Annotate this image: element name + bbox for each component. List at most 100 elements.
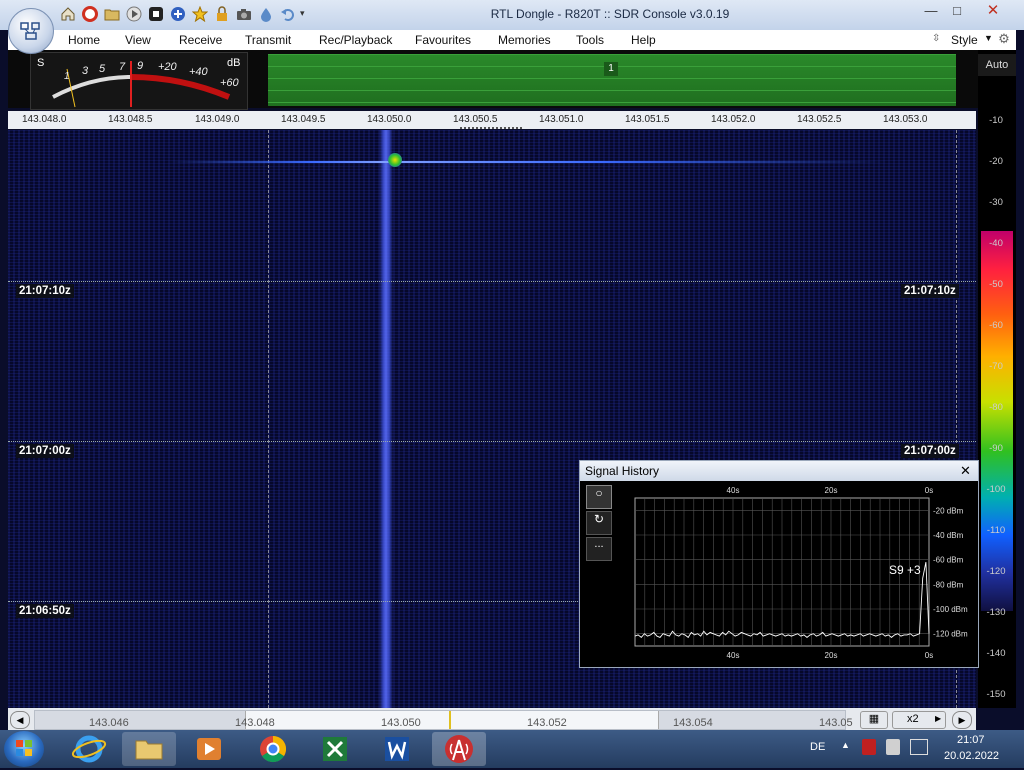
- taskbar-excel[interactable]: [308, 732, 362, 766]
- keyboard-icon[interactable]: ▦: [860, 711, 888, 729]
- taskbar-internet-explorer[interactable]: [62, 732, 116, 766]
- menu-receive[interactable]: Receive: [179, 33, 222, 47]
- y-tick-label: -40 dBm: [933, 531, 964, 540]
- x-tick-label-top: 0s: [925, 486, 933, 495]
- passband-edge-left[interactable]: [268, 130, 269, 708]
- taskbar: DE ▲ 21:07 20.02.2022: [0, 730, 1024, 768]
- camera-icon[interactable]: [236, 6, 252, 22]
- db-label: -140: [986, 648, 1006, 659]
- scroll-left-icon[interactable]: ◀: [10, 711, 30, 729]
- network-icon[interactable]: [862, 739, 876, 755]
- taskbar-sdr-console[interactable]: [432, 732, 486, 766]
- freq-label: 143.048.5: [108, 114, 153, 125]
- play-icon[interactable]: [126, 6, 142, 22]
- display-icon[interactable]: [910, 739, 928, 755]
- menu-bar: Home View Receive Transmit Rec/Playback …: [8, 30, 1016, 51]
- taskbar-media-player[interactable]: [182, 732, 236, 766]
- clock-time[interactable]: 21:07: [957, 734, 985, 746]
- menu-memories[interactable]: Memories: [498, 33, 551, 47]
- menu-tools[interactable]: Tools: [576, 33, 604, 47]
- taskbar-chrome[interactable]: [246, 732, 300, 766]
- time-marker-label: 21:07:00z: [16, 444, 74, 458]
- windows-logo-icon: [16, 740, 32, 756]
- menu-home[interactable]: Home: [68, 33, 100, 47]
- scroll-right-icon[interactable]: ▶: [952, 711, 972, 729]
- s-meter-tick: 3: [82, 65, 89, 77]
- sdr-console-icon: [445, 735, 473, 763]
- menu-favourites[interactable]: Favourites: [415, 33, 471, 47]
- style-dropdown-icon[interactable]: ▼: [984, 33, 993, 43]
- quick-access-dropdown-icon[interactable]: ▾: [300, 8, 305, 19]
- lock-icon[interactable]: [214, 6, 230, 22]
- clock-date[interactable]: 20.02.2022: [944, 750, 999, 762]
- freq-label: 143.051.5: [625, 114, 670, 125]
- show-hidden-icons-icon[interactable]: ▲: [841, 740, 850, 750]
- s-meter-tick: 5: [99, 63, 106, 75]
- db-label: -50: [989, 279, 1003, 290]
- star-icon[interactable]: [192, 6, 208, 22]
- y-tick-label: -60 dBm: [933, 556, 964, 565]
- zoom-arrow-icon[interactable]: ▶: [935, 714, 941, 723]
- start-button[interactable]: [4, 731, 44, 767]
- style-menu[interactable]: Style: [951, 33, 978, 47]
- lifebuoy-icon[interactable]: [82, 6, 98, 22]
- band-scrollbar[interactable]: 143.046 143.048 143.050 143.052 143.054 …: [34, 710, 853, 730]
- internet-explorer-icon: [71, 735, 107, 763]
- signal-readout: S9 +3: [889, 563, 921, 577]
- freq-label: 143.050.0: [367, 114, 412, 125]
- settings-icon[interactable]: ⚙: [994, 31, 1014, 49]
- y-tick-label: -100 dBm: [933, 605, 968, 614]
- style-spinner-icon[interactable]: ⇳: [932, 33, 940, 44]
- undo-icon[interactable]: [280, 6, 296, 22]
- auto-button[interactable]: Auto: [978, 54, 1016, 76]
- bottom-frequency-bar[interactable]: ◀ 143.046 143.048 143.050 143.052 143.05…: [8, 708, 976, 730]
- app-logo-icon: [20, 22, 40, 40]
- menu-transmit[interactable]: Transmit: [245, 33, 291, 47]
- media-player-icon: [197, 738, 221, 760]
- home-icon[interactable]: [60, 6, 76, 22]
- db-label: -10: [989, 115, 1003, 126]
- action-center-icon[interactable]: [886, 739, 900, 755]
- zoom-value: x2: [907, 713, 919, 725]
- close-button[interactable]: ✕: [972, 2, 1014, 20]
- db-label: -150: [986, 689, 1006, 700]
- s-meter-tick: 1: [64, 71, 70, 82]
- s-meter-s-label: S: [37, 57, 45, 69]
- drop-icon[interactable]: [258, 6, 274, 22]
- time-marker-line: [8, 281, 976, 282]
- freq-label: 143.051.0: [539, 114, 584, 125]
- language-indicator[interactable]: DE: [810, 741, 825, 753]
- application-menu-button[interactable]: [8, 8, 54, 54]
- add-icon[interactable]: [170, 6, 186, 22]
- menu-rec-playback[interactable]: Rec/Playback: [319, 33, 392, 47]
- signal-history-titlebar[interactable]: Signal History ✕: [580, 461, 978, 481]
- taskbar-explorer[interactable]: [122, 732, 176, 766]
- time-marker-label: 21:07:10z: [901, 284, 959, 298]
- signal-history-chart: -20 dBm -40 dBm -60 dBm -80 dBm -100 dBm -120…: [634, 486, 968, 660]
- signal-burst-trace: [168, 161, 888, 163]
- signal-history-title: Signal History: [585, 464, 660, 478]
- zoom-control[interactable]: x2 ▶: [892, 711, 946, 729]
- spectrum-display[interactable]: 1: [268, 54, 956, 106]
- taskbar-word[interactable]: [370, 732, 424, 766]
- x-tick-label-bottom: 40s: [727, 651, 740, 660]
- menu-help[interactable]: Help: [631, 33, 656, 47]
- freq-label: 143.048.0: [22, 114, 67, 125]
- stop-icon[interactable]: [148, 6, 164, 22]
- band-label: 143.05: [819, 717, 853, 729]
- band-label: 143.046: [89, 717, 129, 729]
- maximize-button[interactable]: □: [944, 2, 970, 20]
- db-label: -70: [989, 361, 1003, 372]
- frequency-scale[interactable]: 143.048.0 143.048.5 143.049.0 143.049.5 …: [8, 111, 976, 129]
- folder-icon[interactable]: [104, 6, 120, 22]
- signal-history-close-button[interactable]: ✕: [960, 463, 971, 479]
- s-meter-db-label: dB: [227, 57, 241, 69]
- band-scrollbar-thumb[interactable]: [245, 711, 659, 729]
- y-tick-label: -120 dBm: [933, 630, 968, 639]
- passband-marker[interactable]: [460, 127, 522, 129]
- minimize-button[interactable]: —: [918, 2, 944, 20]
- x-tick-label-bottom: 20s: [825, 651, 838, 660]
- db-scale[interactable]: Auto -10 -20 -30 -40 -50 -60 -70 -80 -90…: [978, 50, 1016, 708]
- menu-view[interactable]: View: [125, 33, 151, 47]
- excel-icon: [323, 737, 347, 761]
